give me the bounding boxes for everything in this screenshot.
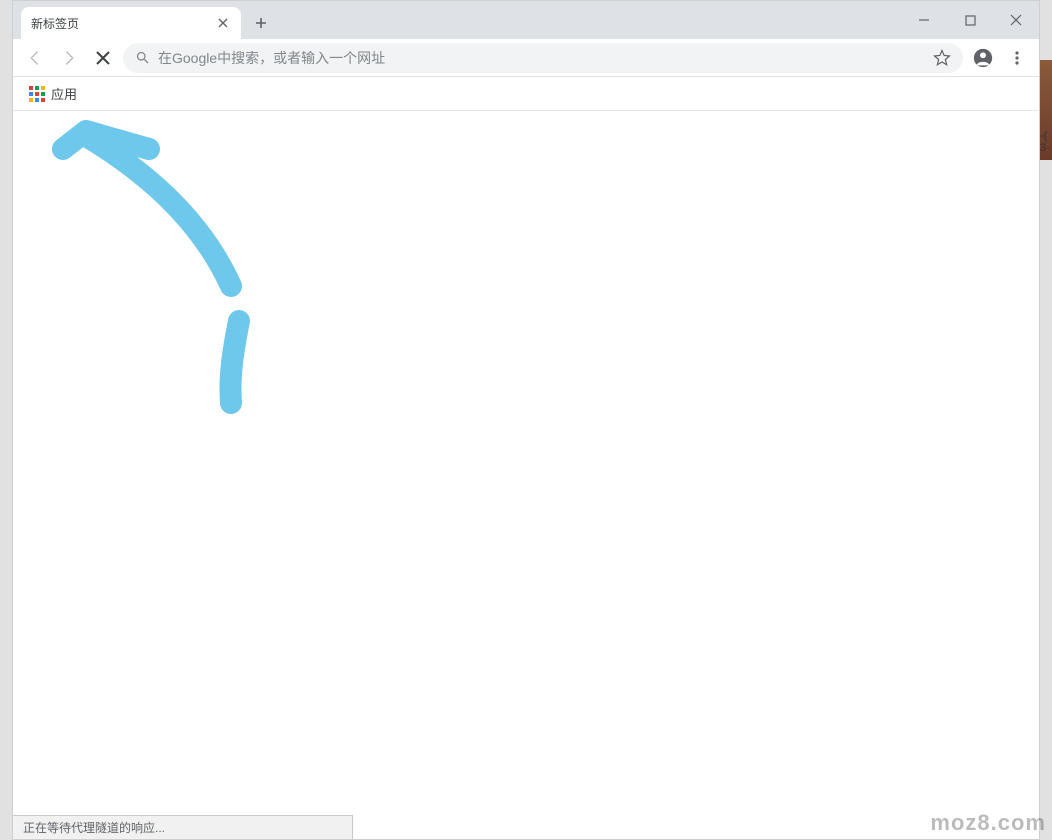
stop-reload-button[interactable] [89, 44, 117, 72]
browser-tab[interactable]: 新标签页 [21, 7, 241, 39]
watermark: moz8.com [930, 810, 1046, 836]
minimize-button[interactable] [901, 5, 947, 35]
new-tab-button[interactable] [247, 9, 275, 37]
bookmarks-bar: 应用 [13, 77, 1039, 111]
window-controls [901, 1, 1039, 39]
profile-avatar[interactable] [969, 44, 997, 72]
tab-title: 新标签页 [31, 15, 215, 32]
maximize-button[interactable] [947, 5, 993, 35]
status-text: 正在等待代理隧道的响应... [23, 821, 165, 835]
close-tab-icon[interactable] [215, 15, 231, 31]
search-icon [135, 50, 150, 65]
apps-shortcut[interactable]: 应用 [23, 80, 83, 107]
status-bar: 正在等待代理隧道的响应... [13, 815, 353, 839]
star-icon[interactable] [933, 49, 951, 67]
window-close-button[interactable] [993, 5, 1039, 35]
tab-strip: 新标签页 [13, 1, 1039, 39]
desktop-left-pins [0, 122, 12, 162]
apps-icon [29, 86, 45, 102]
hand-drawn-arrow [41, 111, 271, 421]
omnibox[interactable] [123, 43, 963, 73]
apps-label: 应用 [51, 84, 77, 103]
forward-button[interactable] [55, 44, 83, 72]
menu-button[interactable] [1003, 44, 1031, 72]
omnibox-input[interactable] [158, 50, 925, 66]
browser-window: 新标签页 [12, 0, 1040, 840]
toolbar [13, 39, 1039, 77]
desktop-right-text: -( 3- [1040, 130, 1052, 154]
page-content: 正在等待代理隧道的响应... [13, 111, 1039, 839]
back-button[interactable] [21, 44, 49, 72]
